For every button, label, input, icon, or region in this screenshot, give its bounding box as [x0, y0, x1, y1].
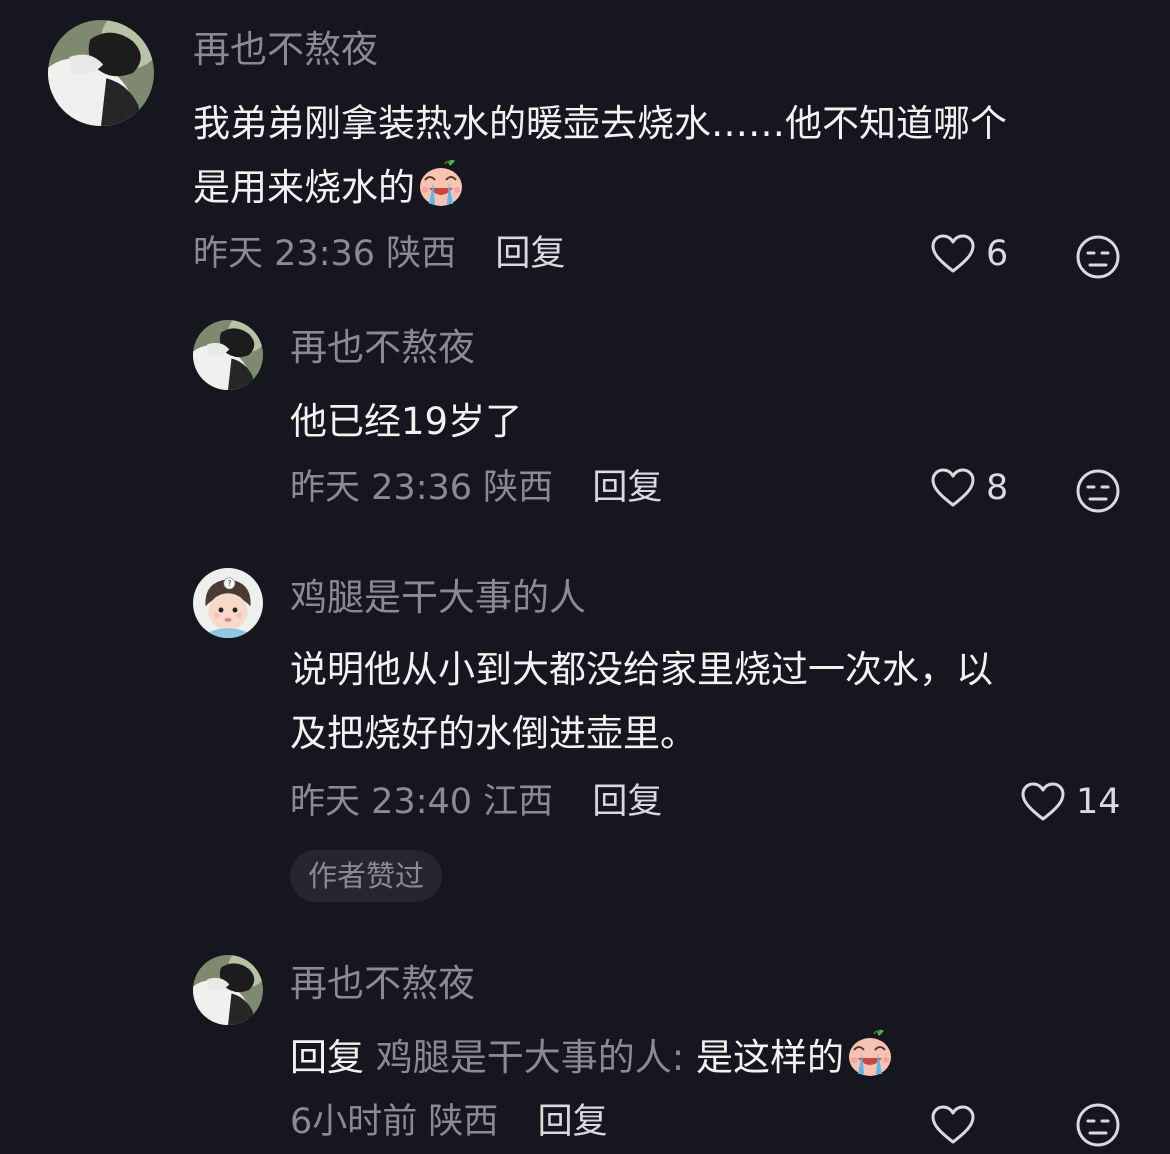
reply-prefix: 回复 — [290, 1036, 364, 1079]
crying-laugh-emoji-icon — [844, 1028, 896, 1078]
comment-text: 他已经19岁了 — [290, 390, 522, 454]
avatar[interactable] — [193, 568, 263, 638]
comment-meta: 6小时前 陕西 回复 — [290, 1100, 608, 1144]
reply-button[interactable]: 回复 — [592, 782, 662, 822]
comment-text-line: 说明他从小到大都没给家里烧过一次水，以 — [290, 648, 993, 691]
username[interactable]: 再也不熬夜 — [290, 326, 475, 370]
like-button[interactable]: 14 — [1020, 780, 1121, 824]
comment-time: 23:40 — [371, 782, 473, 822]
heart-icon — [930, 1104, 976, 1146]
dislike-button[interactable] — [1075, 468, 1121, 514]
comment-meta: 昨天 23:40 江西 回复 — [290, 780, 662, 824]
comment-location: 陕西 — [386, 234, 457, 274]
reply-button[interactable]: 回复 — [592, 468, 662, 508]
crying-laugh-emoji-icon — [415, 158, 467, 208]
avatar[interactable] — [48, 20, 154, 126]
comment-date: 昨天 — [290, 468, 361, 508]
comment-location: 陕西 — [428, 1102, 499, 1142]
username[interactable]: 鸡腿是干大事的人 — [290, 576, 586, 620]
comment-location: 江西 — [483, 782, 554, 822]
cat-avatar-icon — [48, 20, 154, 126]
meh-face-icon — [1075, 234, 1121, 280]
dislike-button[interactable] — [1075, 234, 1121, 280]
dislike-button[interactable] — [1075, 1102, 1121, 1148]
reply-target-username[interactable]: 鸡腿是干大事的人: — [376, 1036, 684, 1079]
username[interactable]: 再也不熬夜 — [193, 28, 378, 72]
reply-button[interactable]: 回复 — [495, 234, 565, 274]
comment-date: 昨天 — [193, 234, 264, 274]
like-count: 8 — [986, 468, 1009, 508]
like-count: 14 — [1076, 782, 1121, 822]
reply-button[interactable]: 回复 — [538, 1102, 608, 1142]
comment-text-line: 他已经19岁了 — [290, 400, 523, 443]
meh-face-icon — [1075, 1102, 1121, 1148]
comment-text: 说明他从小到大都没给家里烧过一次水，以 及把烧好的水倒进壶里。 — [290, 638, 993, 766]
comment-date: 6小时前 — [290, 1102, 418, 1142]
like-button[interactable]: 8 — [930, 466, 1008, 510]
comment-date: 昨天 — [290, 782, 361, 822]
comment-text-line: 及把烧好的水倒进壶里。 — [290, 712, 697, 755]
avatar[interactable] — [193, 955, 263, 1025]
heart-icon — [930, 233, 976, 275]
comment-text: 回复 鸡腿是干大事的人: 是这样的 — [290, 1026, 896, 1090]
cat-avatar-icon — [193, 955, 263, 1025]
baby-avatar-icon — [193, 568, 263, 638]
comment-text: 我弟弟刚拿装热水的暖壶去烧水……他不知道哪个 是用来烧水的 — [193, 92, 1007, 220]
author-liked-badge: 作者赞过 — [290, 850, 443, 902]
avatar[interactable] — [193, 320, 263, 390]
comment-text-line: 回复 鸡腿是干大事的人: 是这样的 — [290, 1026, 896, 1090]
like-button[interactable]: 6 — [930, 232, 1008, 276]
comment-text-segment: 是用来烧水的 — [193, 166, 415, 209]
comment-time: 23:36 — [371, 468, 473, 508]
comment-meta: 昨天 23:36 陕西 回复 — [193, 232, 565, 276]
comment-text-line: 我弟弟刚拿装热水的暖壶去烧水……他不知道哪个 — [193, 102, 1007, 145]
comment-text-segment: 是这样的 — [696, 1036, 844, 1079]
comment-meta: 昨天 23:36 陕西 回复 — [290, 466, 662, 510]
heart-icon — [1020, 781, 1066, 823]
like-button[interactable] — [930, 1104, 976, 1146]
comment-location: 陕西 — [483, 468, 554, 508]
meh-face-icon — [1075, 468, 1121, 514]
like-count: 6 — [986, 234, 1009, 274]
heart-icon — [930, 467, 976, 509]
username[interactable]: 再也不熬夜 — [290, 962, 475, 1006]
comment-text-line: 是用来烧水的 — [193, 156, 1007, 220]
cat-avatar-icon — [193, 320, 263, 390]
comment-time: 23:36 — [274, 234, 376, 274]
